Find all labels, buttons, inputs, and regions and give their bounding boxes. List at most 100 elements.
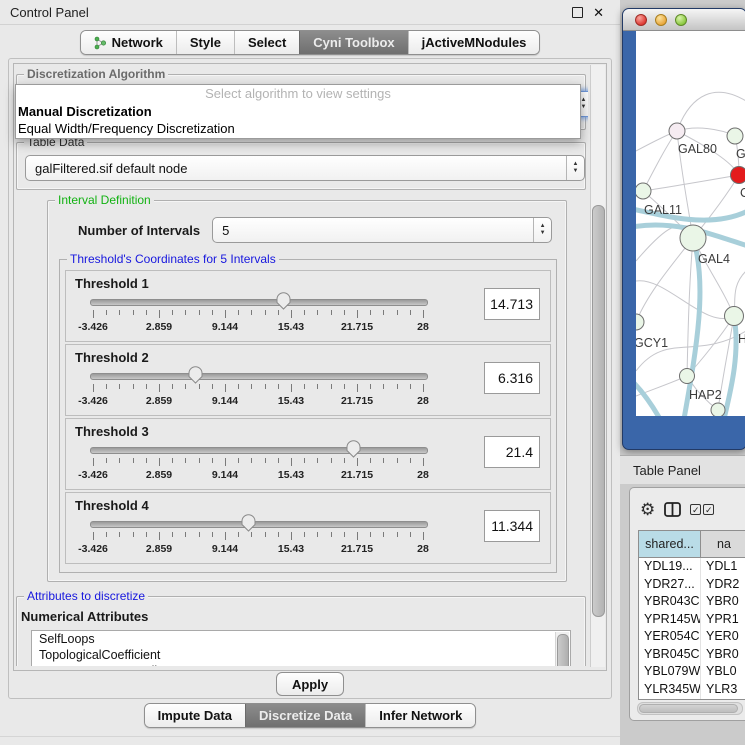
scrollbar-thumb[interactable] [639, 704, 738, 713]
table-row[interactable]: YDL19...YDL1 [639, 558, 745, 576]
slider-track[interactable] [90, 373, 428, 380]
split-columns-icon[interactable] [664, 502, 681, 517]
network-view-window[interactable]: GAL80 GA C GAL11 GAL4 GCY1 H HAP2 [622, 8, 745, 450]
dropdown-option-equal-width-frequency[interactable]: Equal Width/Frequency Discretization [16, 120, 580, 137]
threshold-3-slider[interactable]: -3.4262.8599.14415.4321.71528 [90, 443, 430, 483]
group-title: Discretization Algorithm [24, 67, 168, 81]
number-of-intervals-combobox[interactable]: 5 ▲▼ [212, 217, 552, 243]
network-canvas[interactable]: GAL80 GA C GAL11 GAL4 GCY1 H HAP2 [636, 31, 745, 416]
table-cell: YBR0 [701, 646, 745, 664]
scrollbar-thumb[interactable] [592, 205, 605, 617]
node-hap2[interactable] [680, 369, 695, 384]
table-cell: YIL0 [701, 698, 745, 700]
close-window-icon[interactable] [635, 14, 647, 26]
node-label: GA [736, 147, 745, 161]
slider-tick-labels: -3.4262.8599.14415.4321.71528 [90, 321, 426, 333]
table-row[interactable]: YPR145WYPR1 [639, 611, 745, 629]
tab-cyni-toolbox[interactable]: Cyni Toolbox [299, 31, 407, 54]
table-horizontal-scrollbar[interactable] [637, 702, 743, 715]
stepper-icon[interactable]: ▲▼ [566, 156, 584, 180]
slider-track[interactable] [90, 299, 428, 306]
column-header-shared-name[interactable]: shared... [639, 531, 701, 557]
slider-thumb[interactable] [188, 366, 203, 384]
stepper-icon[interactable]: ▲▼ [533, 218, 551, 242]
table-cell: YBR0 [701, 593, 745, 611]
slider-track[interactable] [90, 447, 428, 454]
apply-button[interactable]: Apply [276, 672, 344, 696]
checkbox-icon[interactable]: ✓ [690, 504, 701, 515]
threshold-value-field[interactable]: 11.344 [484, 510, 540, 542]
tab-style[interactable]: Style [176, 31, 234, 54]
threshold-label: Threshold 3 [75, 424, 149, 439]
node-label: GCY1 [636, 336, 668, 350]
node-gal80[interactable] [669, 123, 685, 139]
table-row[interactable]: YER054CYER0 [639, 628, 745, 646]
minimize-window-icon[interactable] [655, 14, 667, 26]
tab-select[interactable]: Select [234, 31, 299, 54]
threshold-value-field[interactable]: 21.4 [484, 436, 540, 468]
table-row[interactable]: YDR27...YDR2 [639, 576, 745, 594]
node-gal4[interactable] [680, 225, 706, 251]
interval-definition-group: Interval Definition Number of Intervals … [47, 200, 567, 582]
column-header-name[interactable]: na [701, 531, 745, 557]
tab-discretize-data[interactable]: Discretize Data [245, 704, 365, 727]
table-data-combobox[interactable]: galFiltered.sif default node ▲▼ [25, 155, 585, 181]
gear-icon[interactable]: ⚙ [640, 501, 655, 518]
slider-track[interactable] [90, 521, 428, 528]
tab-infer-network[interactable]: Infer Network [365, 704, 475, 727]
tab-impute-data[interactable]: Impute Data [145, 704, 245, 727]
table-row[interactable]: YBR045CYBR0 [639, 646, 745, 664]
list-scrollbar[interactable] [555, 632, 569, 666]
tab-network[interactable]: Network [81, 31, 176, 54]
table-row[interactable]: YBR043CYBR0 [639, 593, 745, 611]
close-icon[interactable]: ✕ [593, 6, 604, 19]
tab-label: Network [112, 35, 163, 50]
threshold-4-slider[interactable]: -3.4262.8599.14415.4321.71528 [90, 517, 430, 557]
table-panel-title: Table Panel [620, 463, 701, 478]
table-row[interactable]: YIL052CYIL0 [639, 698, 745, 700]
network-icon [94, 36, 107, 50]
checkbox-icon[interactable]: ✓ [703, 504, 714, 515]
dropdown-option-manual-discretization[interactable]: Manual Discretization [16, 103, 580, 120]
slider-thumb[interactable] [276, 292, 291, 310]
slider-thumb[interactable] [241, 514, 256, 532]
node-gal11[interactable] [636, 183, 651, 199]
node-label: GAL4 [698, 252, 730, 266]
threshold-1-slider[interactable]: -3.4262.8599.14415.4321.71528 [90, 295, 430, 335]
node-gcy1[interactable] [636, 314, 644, 330]
group-title: Attributes to discretize [24, 589, 148, 603]
tab-jactivemnodules[interactable]: jActiveMNodules [408, 31, 540, 54]
threshold-value-field[interactable]: 14.713 [484, 288, 540, 320]
float-window-icon[interactable] [572, 7, 583, 18]
threshold-2-slider[interactable]: -3.4262.8599.14415.4321.71528 [90, 369, 430, 409]
network-window-titlebar[interactable] [623, 9, 745, 31]
table-row[interactable]: YLR345WYLR3 [639, 681, 745, 699]
node-label: GAL80 [678, 142, 717, 156]
node-label: H [738, 332, 745, 346]
node-red[interactable] [731, 167, 745, 184]
tab-label: Discretize Data [259, 708, 352, 723]
node-attribute-table[interactable]: shared... na YDL19...YDL1YDR27...YDR2YBR… [638, 530, 745, 700]
attributes-list[interactable]: SelfLoopsTopologicalCoefficientBetweenne… [31, 630, 571, 666]
slider-thumb[interactable] [346, 440, 361, 458]
top-tab-bar: Network Style Select Cyni Toolbox jActiv… [0, 30, 620, 55]
tab-label: Style [190, 35, 221, 50]
table-row[interactable]: YBL079WYBL0 [639, 663, 745, 681]
threshold-label: Threshold 2 [75, 350, 149, 365]
zoom-window-icon[interactable] [675, 14, 687, 26]
panel-scrollbar[interactable] [590, 65, 605, 667]
list-item[interactable]: SelfLoops [32, 631, 570, 647]
scrollbar-thumb[interactable] [557, 634, 569, 666]
tab-label: jActiveMNodules [422, 35, 527, 50]
threshold-value-field[interactable]: 6.316 [484, 362, 540, 394]
list-item[interactable]: TopologicalCoefficient [32, 647, 570, 663]
app-root: { "titlebar": { "title": "Control Panel"… [0, 0, 745, 745]
desktop-area: GAL80 GA C GAL11 GAL4 GCY1 H HAP2 Table … [620, 0, 745, 745]
slider-tick-labels: -3.4262.8599.14415.4321.71528 [90, 469, 426, 481]
node-h[interactable] [725, 307, 744, 326]
node-bottom-partial[interactable] [711, 403, 725, 416]
node-top-right[interactable] [727, 128, 743, 144]
list-item[interactable]: BetweennessCentrality [32, 663, 570, 666]
table-cell: YER054C [639, 628, 701, 646]
table-cell: YDR27... [639, 576, 701, 594]
